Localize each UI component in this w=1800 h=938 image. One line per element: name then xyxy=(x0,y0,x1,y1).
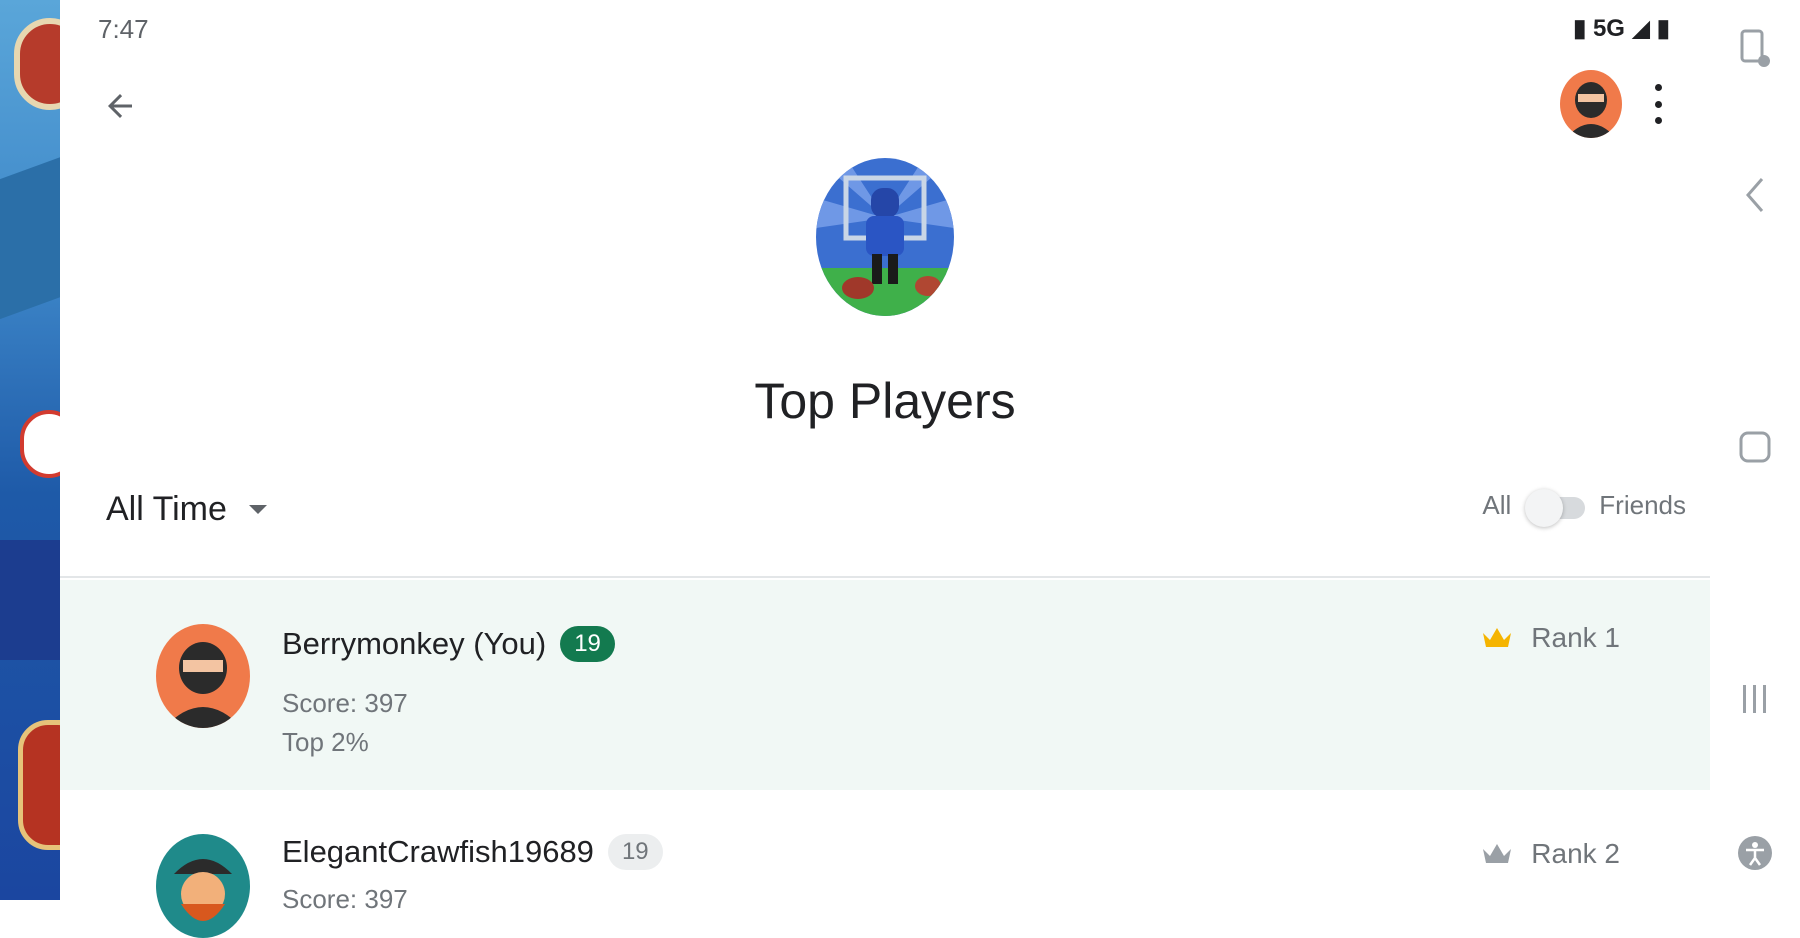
screenshot-button[interactable] xyxy=(1732,26,1778,72)
chevron-left-icon xyxy=(1746,178,1764,212)
leaderboard-panel: 7:47 ▮ 5G ◢ ▮ Top Players All Time All F… xyxy=(60,0,1710,938)
rank-label-group: Rank 2 xyxy=(1481,838,1620,870)
page-title: Top Players xyxy=(754,373,1016,429)
rank-label: Rank 1 xyxy=(1531,622,1620,653)
scope-all-label: All xyxy=(1482,490,1512,520)
table-row[interactable]: Berrymonkey (You) 19 Score: 397 Top 2% R… xyxy=(60,580,1710,790)
battery-icon: ▮ xyxy=(1656,15,1670,42)
divider xyxy=(60,576,1710,578)
rank-label-group: Rank 1 xyxy=(1481,622,1620,654)
network-label: 5G xyxy=(1592,15,1625,42)
scope-friends-label: Friends xyxy=(1599,490,1686,520)
home-button[interactable] xyxy=(1732,424,1778,470)
screenshot-icon xyxy=(1740,29,1770,67)
accessibility-icon xyxy=(1738,836,1772,870)
level-badge: 19 xyxy=(607,834,663,870)
pirate-avatar-icon xyxy=(156,834,250,938)
crown-icon xyxy=(1483,844,1512,863)
status-time: 7:47 xyxy=(98,14,149,44)
player-percentile: Top 2% xyxy=(282,727,369,757)
game-background xyxy=(0,0,60,900)
player-name: ElegantCrawfish19689 xyxy=(282,834,594,869)
player-score: Score: 397 xyxy=(282,688,408,718)
profile-avatar[interactable] xyxy=(1560,70,1622,138)
rank-label: Rank 2 xyxy=(1531,838,1620,869)
time-range-label: All Time xyxy=(106,490,227,528)
more-options-button[interactable] xyxy=(1646,84,1670,124)
battery-saver-icon: ▮ xyxy=(1573,15,1587,42)
recents-button[interactable] xyxy=(1732,676,1778,722)
ninja-avatar-icon xyxy=(156,624,250,728)
table-row[interactable]: ElegantCrawfish19689 19 Score: 397 Rank … xyxy=(60,792,1710,938)
player-avatar xyxy=(156,624,250,728)
arrow-back-icon xyxy=(108,94,132,118)
home-square-icon xyxy=(1739,431,1771,463)
crown-icon xyxy=(1483,628,1512,647)
system-navbar xyxy=(1710,0,1800,900)
time-range-dropdown[interactable]: All Time xyxy=(106,490,267,529)
accessibility-button[interactable] xyxy=(1732,830,1778,876)
back-button[interactable] xyxy=(96,82,144,130)
level-badge: 19 xyxy=(560,626,615,662)
status-icons: ▮ 5G ◢ ▮ xyxy=(1573,14,1670,43)
collapse-button[interactable] xyxy=(1732,172,1778,218)
recents-icon xyxy=(1743,685,1766,713)
signal-icon: ◢ xyxy=(1631,15,1651,42)
game-icon xyxy=(816,158,954,316)
player-avatar xyxy=(156,834,250,938)
player-name: Berrymonkey (You) xyxy=(282,626,547,661)
scope-filter: All Friends xyxy=(1482,488,1686,527)
ninja-avatar-icon xyxy=(1560,70,1622,138)
friends-toggle[interactable] xyxy=(1525,488,1586,527)
dropdown-arrow-icon xyxy=(248,505,267,514)
